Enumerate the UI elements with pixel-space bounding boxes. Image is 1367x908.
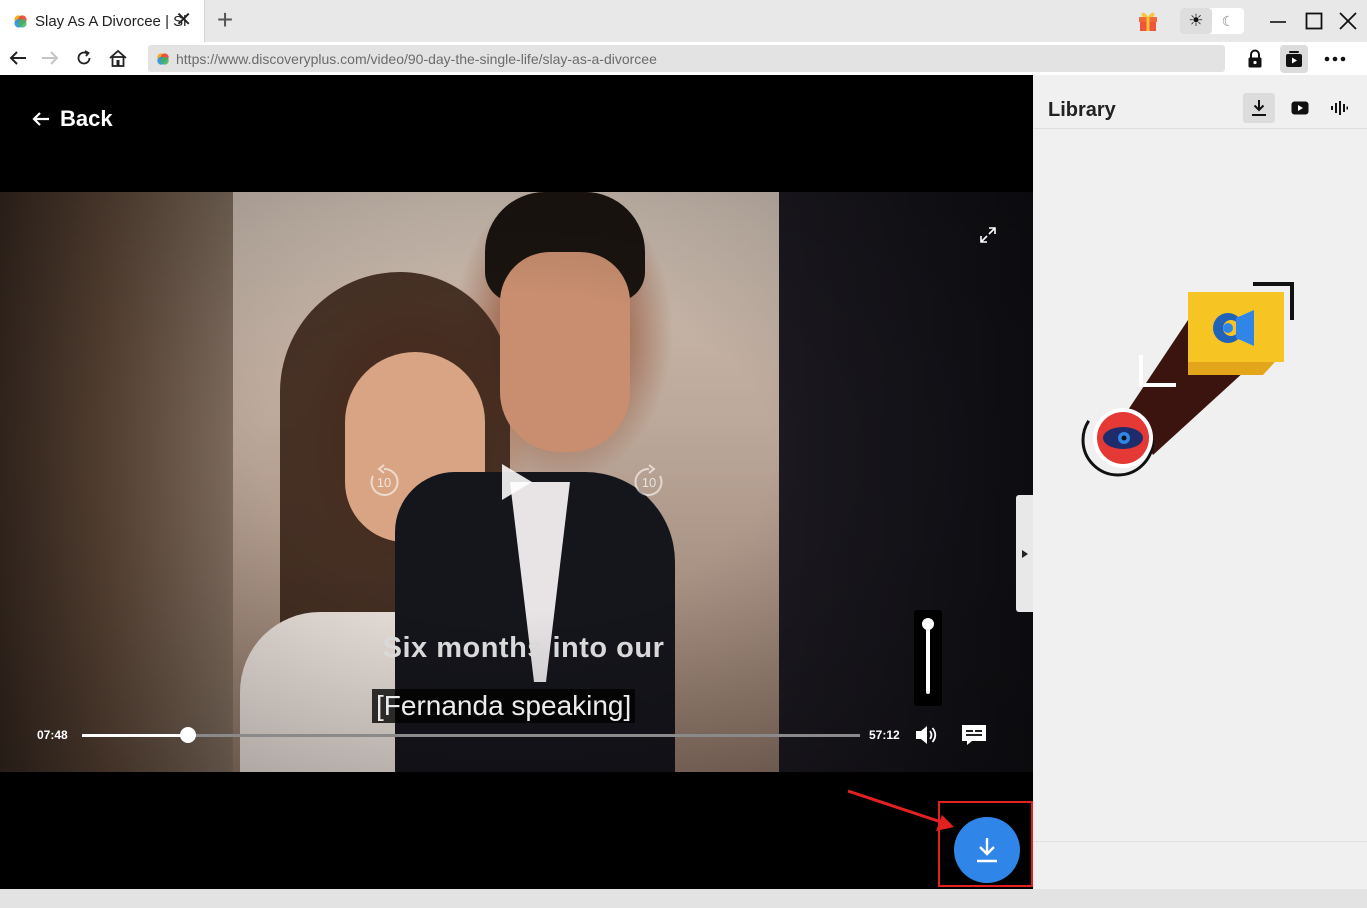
time-total: 57:12: [869, 728, 900, 742]
new-tab-button[interactable]: +: [212, 5, 238, 35]
audio-wave-icon: [1331, 101, 1348, 115]
panel-collapse-button[interactable]: [1016, 495, 1033, 612]
lock-button[interactable]: [1241, 45, 1269, 73]
more-menu-button[interactable]: [1321, 45, 1349, 73]
sun-icon[interactable]: ☀: [1180, 8, 1212, 34]
forward-label: 10: [642, 475, 656, 490]
more-icon: [1324, 56, 1346, 62]
maximize-button[interactable]: [1299, 6, 1329, 36]
volume-icon[interactable]: [913, 723, 941, 747]
navigation-bar: https://www.discoveryplus.com/video/90-d…: [0, 42, 1367, 75]
library-empty-illustration: [1081, 282, 1294, 477]
video-frame[interactable]: 10 10 Six months into our [Fernanda spea…: [0, 192, 1033, 772]
site-favicon-icon: [157, 52, 169, 65]
reload-icon: [77, 50, 91, 65]
time-elapsed: 07:48: [37, 728, 68, 742]
forward-icon: 10: [634, 464, 663, 496]
library-title: Library: [1048, 99, 1116, 121]
library-tab-videos[interactable]: [1284, 93, 1316, 123]
tab-bar: Slay As A Divorcee | Sl ✕ + ☀ ☾: [0, 0, 1367, 42]
rewind-icon: 10: [370, 464, 399, 496]
fullscreen-icon[interactable]: [979, 226, 997, 244]
captions-icon[interactable]: [960, 723, 988, 747]
subtitle-line-2: [Fernanda speaking]: [372, 689, 636, 723]
arrow-right-icon: [42, 51, 59, 65]
media-button[interactable]: [1280, 45, 1308, 73]
download-button[interactable]: [954, 817, 1020, 883]
close-window-button[interactable]: [1333, 6, 1363, 36]
progress-fill: [82, 734, 188, 737]
progress-bar[interactable]: [82, 727, 860, 743]
tab-close-icon[interactable]: ✕: [175, 9, 192, 31]
library-panel: Library: [1033, 75, 1367, 889]
site-favicon-icon: [14, 14, 27, 28]
url-text: https://www.discoveryplus.com/video/90-d…: [176, 50, 657, 67]
subtitle-line-1: Six months into our: [382, 632, 665, 664]
library-tab-audio[interactable]: [1323, 93, 1355, 123]
home-icon: [109, 49, 127, 67]
forward-10-button[interactable]: 10: [631, 464, 667, 500]
gift-icon[interactable]: [1137, 9, 1159, 32]
library-tab-downloads[interactable]: [1243, 93, 1275, 123]
youtube-icon: [1291, 101, 1309, 115]
minimize-icon: [1270, 21, 1286, 23]
maximize-icon: [1305, 12, 1323, 30]
download-icon: [1252, 100, 1266, 116]
arrow-left-icon: [32, 112, 49, 126]
progress-knob[interactable]: [179, 727, 196, 743]
browser-tab[interactable]: Slay As A Divorcee | Sl ✕: [0, 0, 205, 42]
close-icon: [1339, 12, 1357, 30]
download-icon: [977, 838, 997, 863]
library-header: Library: [1033, 75, 1367, 129]
chevron-right-icon: [1021, 549, 1028, 558]
media-icon: [1286, 51, 1302, 67]
play-icon[interactable]: [499, 462, 535, 502]
home-button[interactable]: [106, 46, 130, 70]
minimize-button[interactable]: [1263, 6, 1293, 36]
reload-button[interactable]: [72, 46, 96, 70]
arrow-left-icon: [9, 51, 26, 65]
back-label: Back: [60, 106, 113, 131]
volume-knob[interactable]: [922, 618, 934, 630]
lock-icon: [1248, 49, 1262, 68]
tab-title: Slay As A Divorcee | Sl: [35, 12, 187, 30]
back-nav-button[interactable]: [6, 46, 30, 70]
address-bar[interactable]: https://www.discoveryplus.com/video/90-d…: [148, 45, 1225, 72]
player-area: Back 10 10 Six months into our [Fernanda…: [0, 75, 1033, 889]
library-footer: [1033, 841, 1367, 889]
moon-icon[interactable]: ☾: [1212, 8, 1244, 34]
rewind-10-button[interactable]: 10: [366, 464, 402, 500]
theme-toggle[interactable]: ☀ ☾: [1180, 8, 1244, 34]
rewind-label: 10: [377, 475, 391, 490]
player-back-button[interactable]: Back: [32, 106, 113, 132]
forward-nav-button[interactable]: [38, 46, 62, 70]
status-strip: [0, 889, 1367, 908]
